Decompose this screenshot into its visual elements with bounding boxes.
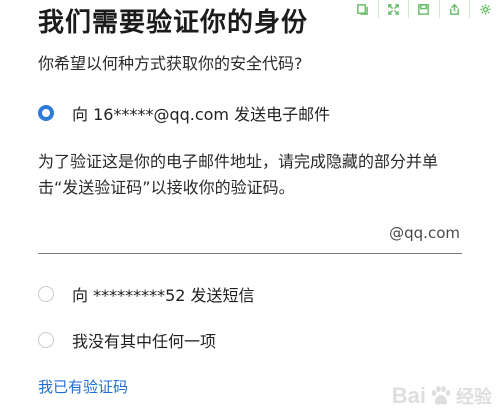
verification-instruction: 为了验证这是你的电子邮件地址，请完成隐藏的部分并单击“发送验证码”以接收你的验证… <box>38 152 439 197</box>
copy-icon[interactable] <box>348 0 378 18</box>
option-none-label: 我没有其中任何一项 <box>72 332 217 351</box>
watermark-text-cn: 经验 <box>456 387 492 408</box>
email-prefix-input[interactable] <box>38 220 362 250</box>
baidu-watermark: Bai 经验 <box>392 383 492 409</box>
option-sms[interactable]: 向 *********52 发送短信 <box>38 282 255 306</box>
save-icon[interactable] <box>408 0 439 18</box>
email-field-wrapper: @qq.com <box>38 216 462 254</box>
have-code-link[interactable]: 我已有验证码 <box>38 376 128 397</box>
radio-sms[interactable] <box>38 286 54 302</box>
share-icon[interactable] <box>438 0 470 18</box>
option-sms-label: 向 *********52 发送短信 <box>72 286 255 305</box>
page-title: 我们需要验证你的身份 <box>38 8 309 38</box>
method-question: 你希望以何种方式获取你的安全代码? <box>38 54 303 73</box>
fullscreen-icon[interactable] <box>377 0 409 18</box>
option-email[interactable]: 向 16*****@qq.com 发送电子邮件 <box>38 101 330 125</box>
watermark-text: Bai <box>391 383 426 408</box>
settings-icon[interactable] <box>469 0 500 18</box>
email-domain-suffix: @qq.com <box>389 224 460 242</box>
radio-none[interactable] <box>38 332 54 348</box>
option-none[interactable]: 我没有其中任何一项 <box>38 328 216 352</box>
option-email-label: 向 16*****@qq.com 发送电子邮件 <box>72 105 331 124</box>
image-toolbar <box>348 0 500 18</box>
paw-icon <box>431 386 451 405</box>
radio-email[interactable] <box>38 105 54 121</box>
